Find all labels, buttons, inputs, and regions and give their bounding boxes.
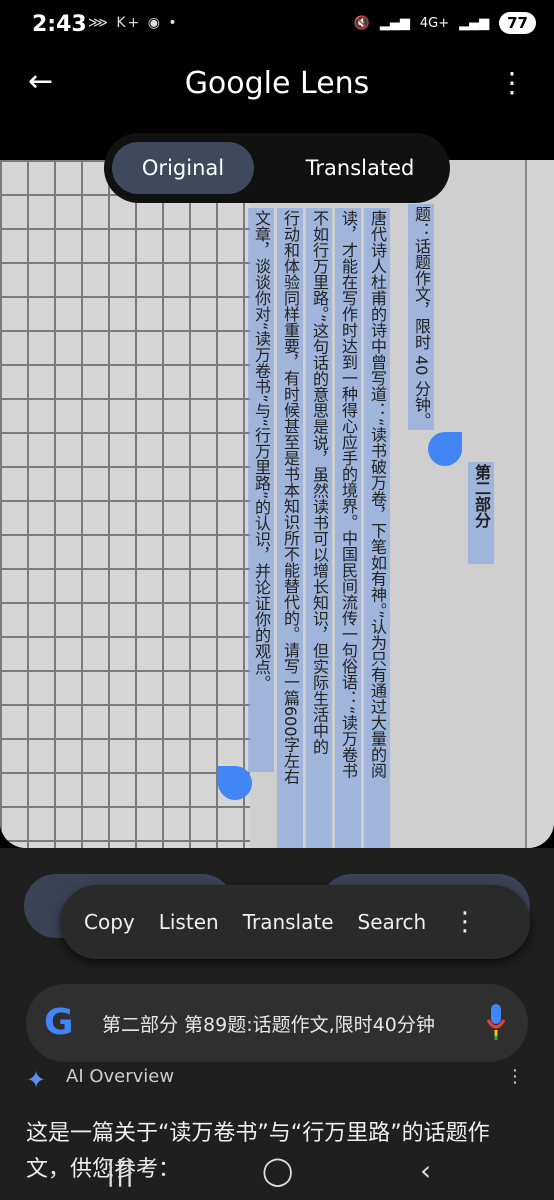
google-g-icon: G bbox=[44, 1002, 74, 1043]
listen-button[interactable]: Listen bbox=[159, 910, 219, 934]
notification-icons: ⋙ K+ ◉ • bbox=[88, 15, 179, 31]
signal-icon: ▂▄▆ bbox=[379, 15, 410, 31]
selection-start-handle[interactable] bbox=[428, 432, 462, 466]
tab-original[interactable]: Original bbox=[112, 142, 254, 194]
search-button[interactable]: Search bbox=[358, 910, 427, 934]
text-column-1[interactable]: 唐代诗人杜甫的诗中曾写道：“读书破万卷，下笔如有神。”认为只有通过大量的阅 bbox=[364, 208, 390, 848]
text-column-2[interactable]: 读，才能在写作时达到一种得心应手的境界。中国民间流传一句俗语：“读万卷书 bbox=[335, 208, 361, 848]
page-edge bbox=[525, 160, 554, 848]
home-icon[interactable]: ◯ bbox=[262, 1154, 293, 1187]
network-type: 4G+ bbox=[419, 15, 450, 31]
text-column-3[interactable]: 不如行万里路。”这句话的意思是说，虽然读书可以增长知识，但实际生活中的 bbox=[306, 208, 332, 848]
mute-icon: 🔇 bbox=[353, 15, 370, 31]
ai-more-icon[interactable]: ⋮ bbox=[506, 1066, 524, 1087]
text-column-4[interactable]: 行动和体验同样重要，有时候甚至是书本知识所不能替代的。请写一篇600字左右 bbox=[277, 208, 303, 848]
selection-end-handle[interactable] bbox=[218, 766, 252, 800]
search-bar[interactable]: G 第二部分 第89题:话题作文,限时40分钟 bbox=[26, 984, 528, 1062]
nav-back-icon[interactable]: ‹ bbox=[420, 1154, 431, 1187]
ai-overview-title: AI Overview bbox=[66, 1066, 175, 1087]
topic-line[interactable]: 题：话题作文，限时 40 分钟。 bbox=[408, 204, 434, 430]
section-heading[interactable]: 第二部分 bbox=[468, 462, 494, 564]
ai-overview-icon: ✦ bbox=[26, 1066, 47, 1094]
status-right: 🔇 ▂▄▆ 4G+ ▂▄▆ 77 bbox=[354, 12, 536, 34]
captured-image[interactable]: 文章，谈谈你对“读万卷书”与“行万里路”的认识，并论证你的观点。 行动和体验同样… bbox=[0, 160, 554, 848]
app-title: Google Lens bbox=[184, 66, 370, 101]
signal-icon-2: ▂▄▆ bbox=[459, 15, 490, 31]
translate-button[interactable]: Translate bbox=[243, 910, 334, 934]
text-column-5[interactable]: 文章，谈谈你对“读万卷书”与“行万里路”的认识，并论证你的观点。 bbox=[248, 208, 274, 772]
more-options-icon[interactable]: ⋮ bbox=[498, 66, 526, 99]
grid-paper bbox=[0, 160, 250, 848]
tab-translated[interactable]: Translated bbox=[280, 142, 440, 194]
battery-indicator: 77 bbox=[499, 12, 536, 34]
status-bar: 2:43 ⋙ K+ ◉ • 🔇 ▂▄▆ 4G+ ▂▄▆ 77 bbox=[0, 0, 554, 56]
app-bar: ← Google Lens ⋮ bbox=[0, 56, 554, 116]
copy-button[interactable]: Copy bbox=[84, 910, 135, 934]
more-actions-icon[interactable]: ⋮ bbox=[452, 907, 478, 937]
microphone-icon[interactable] bbox=[486, 1002, 506, 1042]
view-toggle: Original Translated bbox=[104, 133, 450, 203]
recent-apps-icon[interactable]: ||| bbox=[106, 1154, 134, 1187]
search-query[interactable]: 第二部分 第89题:话题作文,限时40分钟 bbox=[102, 1010, 474, 1037]
system-nav-bar: ||| ◯ ‹ bbox=[0, 1154, 554, 1194]
text-action-menu: Copy Listen Translate Search ⋮ bbox=[60, 885, 530, 959]
status-time: 2:43 bbox=[32, 12, 87, 37]
results-sheet: Copy Listen Translate Search ⋮ G 第二部分 第8… bbox=[0, 848, 554, 1200]
